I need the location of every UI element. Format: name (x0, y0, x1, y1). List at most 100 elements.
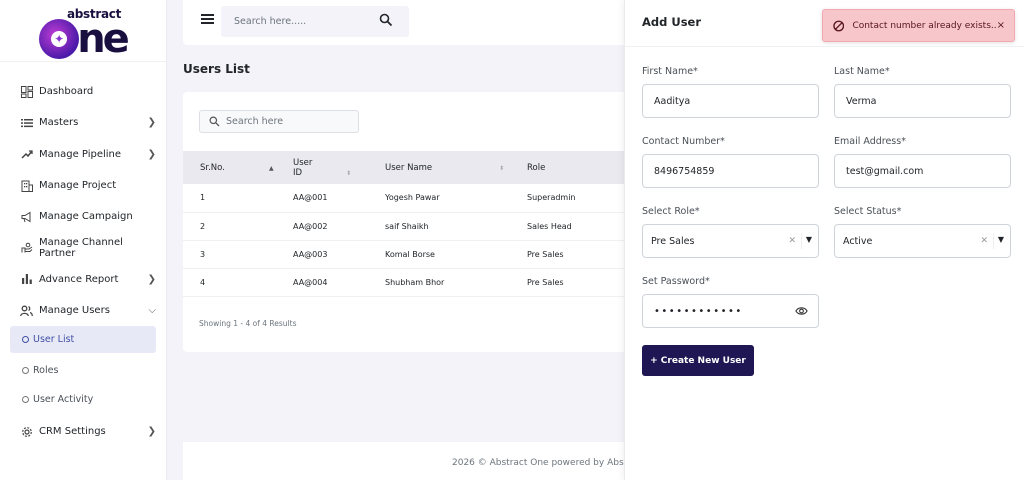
sidebar-item-advance-report[interactable]: Advance Report ❯ (0, 264, 166, 295)
sidebar-item-label: Manage Channel Partner (39, 237, 123, 260)
clear-icon[interactable]: ✕ (788, 236, 796, 246)
sidebar-subitem-user-activity[interactable]: User Activity (0, 385, 166, 414)
users-table-card: Search here Sr.No. ▲ User ID ⬍ User Name ⬍ … (183, 92, 643, 352)
global-search-input[interactable]: Search here..... (221, 6, 409, 37)
sidebar-item-label: Manage Users (39, 305, 110, 317)
chevron-right-icon: ❯ (147, 148, 156, 160)
sidebar-subitem-label: User Activity (33, 393, 94, 405)
sidebar-item-masters[interactable]: Masters ❯ (0, 107, 166, 138)
chevron-right-icon: ❯ (147, 117, 156, 129)
divider (625, 46, 1024, 47)
error-toast: Contact number already exists.. × (822, 9, 1015, 42)
table-row[interactable]: 4 AA@004 Shubham Bhor Pre Sales (183, 268, 643, 297)
sidebar-item-dashboard[interactable]: Dashboard (0, 76, 166, 107)
circle-icon (22, 395, 29, 403)
panel-title: Add User (642, 15, 702, 29)
last-name-field[interactable]: Verma (834, 84, 1011, 118)
eye-icon[interactable] (795, 305, 808, 317)
sidebar-item-crm-settings[interactable]: CRM Settings ❯ (0, 416, 166, 447)
sidebar-nav: Dashboard Masters ❯ Manage Pipeline ❯ Ma… (0, 62, 166, 447)
contact-number-field[interactable]: 8496754859 (642, 154, 819, 188)
sidebar-subitem-label: User List (33, 334, 75, 346)
sidebar-item-manage-campaign[interactable]: Manage Campaign (0, 201, 166, 232)
table-search-input[interactable]: Search here (199, 110, 359, 133)
contact-number-label: Contact Number* (642, 136, 725, 147)
list-icon (20, 116, 33, 129)
circle-icon (22, 366, 29, 374)
table-row[interactable]: 1 AA@001 Yogesh Pawar Superadmin (183, 184, 643, 213)
logo-wordmark-bottom: ne (77, 16, 130, 62)
brand-logo[interactable]: abstract ✦ ne (0, 0, 166, 62)
circle-icon (22, 336, 29, 344)
search-icon[interactable] (379, 13, 393, 27)
pipeline-icon (20, 148, 33, 161)
megaphone-icon (20, 210, 33, 223)
sidebar-item-label: Dashboard (39, 86, 94, 98)
status-label: Select Status* (834, 206, 902, 217)
search-placeholder: Search here (226, 116, 284, 127)
column-header-sr-no[interactable]: Sr.No. ▲ (183, 151, 276, 184)
role-label: Select Role* (642, 206, 700, 217)
sidebar-item-label: Manage Campaign (39, 211, 133, 223)
first-name-field[interactable]: Aaditya (642, 84, 819, 118)
sidebar-item-label: Manage Pipeline (39, 148, 122, 160)
sort-icon: ⬍ (346, 169, 352, 177)
create-new-user-button[interactable]: + Create New User (642, 345, 754, 376)
table-row[interactable]: 2 AA@002 saif Shaikh Sales Head (183, 212, 643, 241)
role-select[interactable]: Pre Sales ✕ ▼ (642, 224, 819, 258)
close-icon[interactable]: × (997, 20, 1005, 31)
handshake-icon (20, 242, 33, 255)
column-header-user-id[interactable]: User ID ⬍ (276, 151, 369, 184)
last-name-group: Last Name* Verma (834, 66, 1011, 118)
last-name-label: Last Name* (834, 66, 890, 77)
caret-down-icon[interactable]: ▼ (998, 235, 1004, 244)
footer-text: 2026 © Abstract One powered by Abst (183, 442, 624, 480)
building-icon (20, 179, 33, 192)
gear-icon (20, 425, 33, 438)
users-table: Sr.No. ▲ User ID ⬍ User Name ⬍ Role 1 AA@00… (183, 151, 643, 297)
sidebar-item-label: Advance Report (39, 273, 119, 285)
search-placeholder: Search here..... (234, 16, 307, 27)
bar-chart-icon (20, 273, 33, 286)
caret-down-icon[interactable]: ▼ (806, 235, 812, 244)
chevron-right-icon: ❯ (147, 273, 156, 285)
logo-star-icon: ✦ (51, 31, 68, 47)
contact-number-group: Contact Number* 8496754859 (642, 136, 819, 188)
clear-icon[interactable]: ✕ (980, 236, 988, 246)
page-title: Users List (183, 62, 250, 76)
first-name-group: First Name* Aaditya (642, 66, 819, 118)
chevron-down-icon: ⌵ (148, 305, 156, 317)
email-field[interactable]: test@gmail.com (834, 154, 1011, 188)
status-group: Select Status* Active ✕ ▼ (834, 206, 1011, 258)
pagination-summary: Showing 1 - 4 of 4 Results (199, 319, 297, 328)
sidebar-item-label: CRM Settings (39, 426, 106, 438)
sidebar-item-manage-project[interactable]: Manage Project (0, 170, 166, 201)
sort-asc-icon: ▲ (268, 164, 274, 172)
role-group: Select Role* Pre Sales ✕ ▼ (642, 206, 819, 258)
table-row[interactable]: 3 AA@003 Komal Borse Pre Sales (183, 240, 643, 269)
hamburger-menu-icon[interactable] (201, 14, 214, 24)
sort-icon: ⬍ (499, 164, 505, 172)
column-header-user-name[interactable]: User Name ⬍ (369, 151, 511, 184)
password-field[interactable]: •••••••••••• (642, 294, 819, 328)
status-select[interactable]: Active ✕ ▼ (834, 224, 1011, 258)
search-icon (209, 116, 220, 127)
dashboard-grid-icon (20, 85, 33, 98)
sidebar-item-manage-users[interactable]: Manage Users ⌵ (0, 295, 166, 326)
logo-o-mark: ✦ (39, 19, 80, 59)
sidebar-item-manage-pipeline[interactable]: Manage Pipeline ❯ (0, 139, 166, 170)
add-user-panel: Add User First Name* Aaditya Last Name* … (624, 0, 1024, 480)
sidebar-item-label: Manage Project (39, 180, 117, 192)
users-icon (20, 304, 33, 317)
sidebar-subitem-label: Roles (33, 364, 59, 376)
sidebar-item-manage-channel-partner[interactable]: Manage Channel Partner (0, 232, 166, 263)
password-group: Set Password* •••••••••••• (642, 276, 819, 328)
chevron-right-icon: ❯ (147, 426, 156, 438)
first-name-label: First Name* (642, 66, 698, 77)
sidebar: abstract ✦ ne Dashboard Masters ❯ Manage… (0, 0, 167, 480)
topbar: Search here..... (183, 0, 663, 45)
sidebar-subitem-roles[interactable]: Roles (0, 355, 166, 384)
sidebar-subitem-user-list[interactable]: User List (10, 326, 156, 354)
toast-message: Contact number already exists.. (852, 20, 997, 31)
email-label: Email Address* (834, 136, 906, 147)
